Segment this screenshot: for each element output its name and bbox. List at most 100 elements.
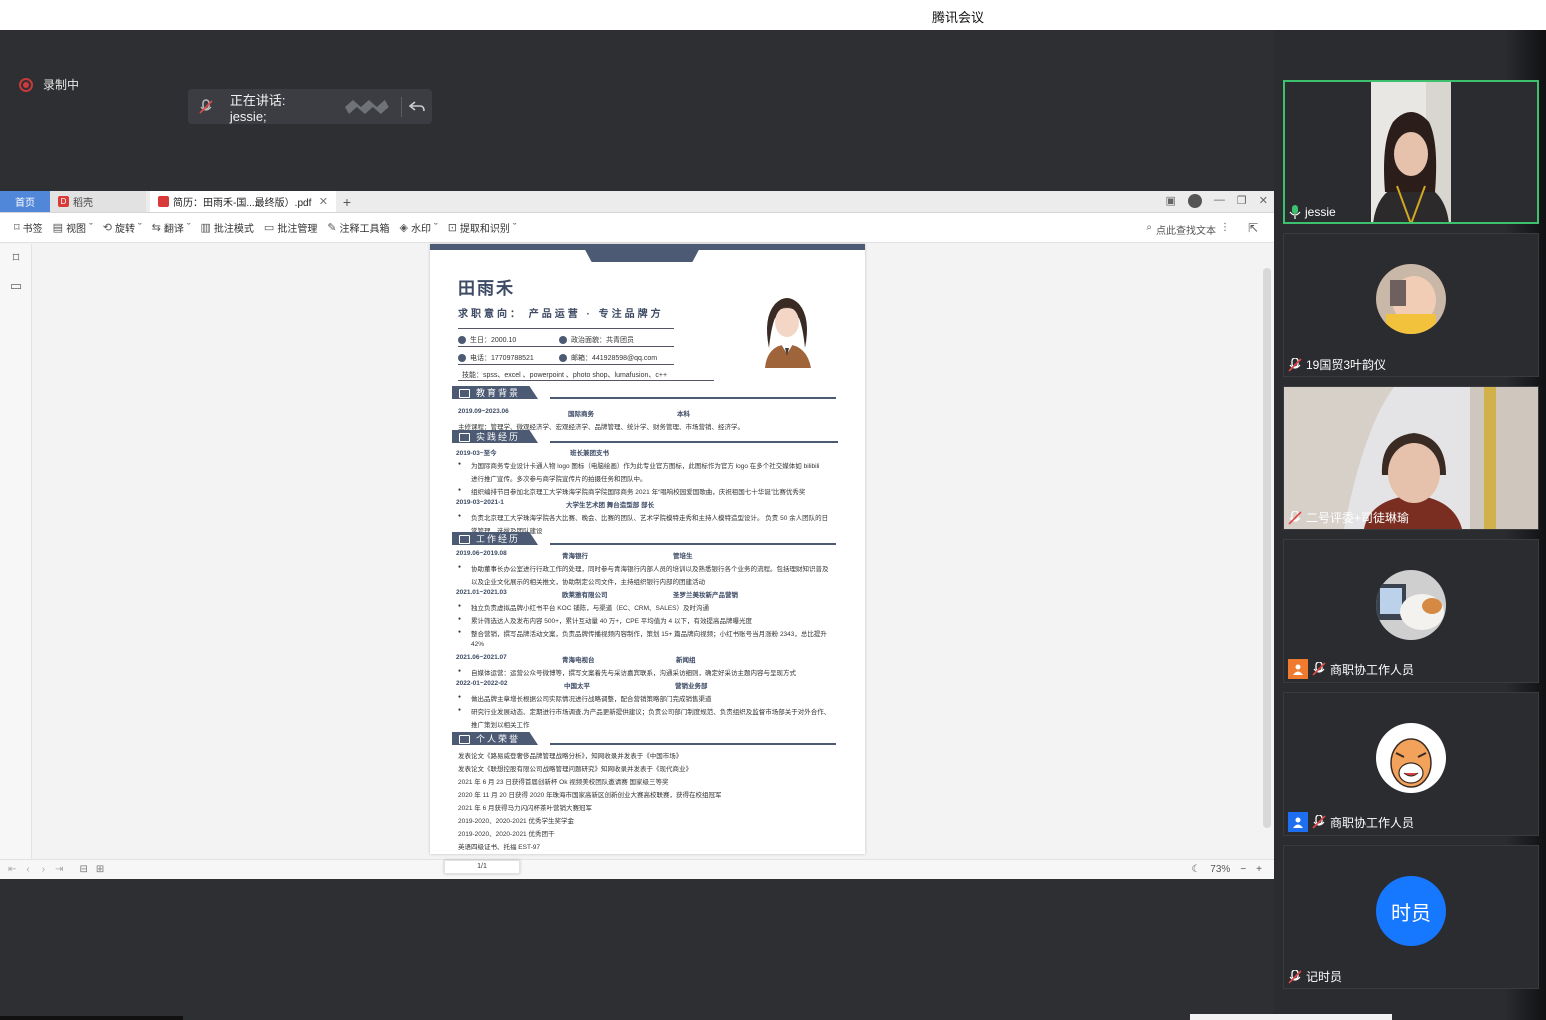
- honor-item: 2021 年 6 月 23 日获得首届创新杯 Ok 视频美校团队邀请赛 国家级三…: [458, 779, 669, 786]
- restore-icon[interactable]: ❐: [1237, 194, 1247, 208]
- work-item: 独立负责虚拟品牌小红书平台 KOC 铺陈，与渠道（EC、CRM、SALES）及时…: [458, 602, 709, 612]
- tab-daoke[interactable]: D 稻壳: [50, 191, 146, 212]
- bookmark-button[interactable]: ⌑ 书签: [14, 220, 43, 235]
- last-page-icon[interactable]: ⇥: [55, 864, 63, 875]
- fit-page-icon[interactable]: ⊞: [96, 864, 104, 875]
- zoom-in-icon[interactable]: +: [1256, 864, 1262, 875]
- layout-icon[interactable]: ▣: [1166, 194, 1176, 208]
- participant-video: [1371, 82, 1451, 222]
- work-period: 2021.01~2021.03: [456, 589, 507, 596]
- mail-icon: [559, 354, 567, 362]
- annotate-manage-button[interactable]: ▭ 批注管理: [264, 220, 317, 235]
- practice-period: 2019-03~至今: [456, 450, 497, 457]
- participant-name: 商职协工作人员: [1288, 812, 1414, 832]
- rotate-icon: ⟲: [102, 222, 112, 234]
- vertical-scrollbar[interactable]: [1262, 250, 1272, 850]
- watermark-button[interactable]: ◈ 水印 ˇ: [400, 220, 438, 236]
- divider: [458, 346, 674, 347]
- person-icon: [1288, 659, 1308, 679]
- participant-name-text: 商职协工作人员: [1330, 662, 1415, 677]
- location-icon: [559, 336, 567, 344]
- participant-tile[interactable]: 商职协工作人员: [1283, 692, 1539, 836]
- zoom-out-icon[interactable]: −: [1240, 864, 1246, 875]
- new-tab-button[interactable]: +: [336, 191, 358, 212]
- honor-item: 英语四级证书、托福 EST-97: [458, 844, 540, 851]
- prev-page-icon[interactable]: ‹: [26, 864, 29, 875]
- fit-width-icon[interactable]: ⊟: [79, 864, 87, 875]
- comment-icon: ▭: [263, 222, 275, 234]
- work-item: 累计筛选达人及发布内容 500+，累计互动量 40 万+，CPE 平均值为 4 …: [458, 615, 752, 625]
- translate-button[interactable]: ⇆ 翻译 ˇ: [152, 220, 191, 236]
- page-number-input[interactable]: 1/1: [444, 860, 520, 874]
- honor-item: 2020 年 11 月 20 日获得 2020 年珠海市国家高新区创新创业大赛高…: [458, 792, 722, 799]
- muted-mic-icon: [1312, 662, 1326, 676]
- phone-row: 电话：17709788521: [458, 353, 534, 363]
- calendar-icon: [458, 336, 466, 344]
- extract-button[interactable]: ⊡ 提取和识别 ˇ: [448, 220, 517, 236]
- view-button[interactable]: ▤ 视图 ˇ: [52, 220, 93, 236]
- view-label: 视图: [66, 224, 87, 235]
- search-icon: ⌕: [1146, 222, 1152, 233]
- find-text-button[interactable]: ⌕ 点此查找文本 ⋮: [1146, 222, 1230, 237]
- first-page-icon[interactable]: ⇤: [8, 864, 16, 875]
- participant-tile[interactable]: 时员 记时员: [1283, 845, 1539, 989]
- work-item: 协助董事长办公室进行行政工作的处理，同时参与青海银行内部人员的培训以及熟悉银行各…: [458, 563, 828, 573]
- practice-item-cont: 进行推广宣传。多次参与商学院宣传片的拍摄任务和团队中。: [471, 476, 647, 483]
- annotate-mode-button[interactable]: ▥ 批注模式: [201, 220, 254, 235]
- first-prev-nav: ⇤ ‹: [8, 864, 30, 875]
- participant-tile[interactable]: 二号评委+司徒琳瑜: [1283, 386, 1539, 530]
- translate-label: 翻译: [163, 224, 184, 235]
- work-company: 中国太平: [564, 683, 590, 690]
- comment-panel-icon[interactable]: ▭: [0, 272, 32, 300]
- app-title: 腾讯会议: [932, 10, 985, 25]
- account-avatar-icon[interactable]: [1187, 194, 1202, 208]
- profile-photo: [755, 288, 819, 368]
- fit-controls: ⊟ ⊞: [79, 864, 104, 875]
- next-page-icon[interactable]: ›: [42, 864, 45, 875]
- close-window-icon[interactable]: ✕: [1259, 194, 1268, 208]
- minimize-icon[interactable]: —: [1214, 194, 1225, 208]
- close-tab-icon[interactable]: ✕: [319, 195, 328, 208]
- rotate-button[interactable]: ⟲ 旋转 ˇ: [102, 220, 142, 236]
- tab-pdf-document[interactable]: 简历：田雨禾-国...最终版）.pdf ✕: [150, 191, 336, 212]
- edu-degree: 本科: [677, 411, 690, 418]
- shared-screen-stage: 录制中 正在讲话: jessie; 首页 D 稻壳 简历：田雨禾-国...最终版…: [0, 30, 1274, 1020]
- redacted-avatar-icon: [345, 99, 390, 114]
- share-icon[interactable]: ⇱: [1248, 221, 1258, 235]
- tab-home[interactable]: 首页: [0, 191, 50, 212]
- bookmark-panel-icon[interactable]: ⌑: [0, 244, 32, 272]
- participant-tile[interactable]: 19国贸3叶韵仪: [1283, 233, 1539, 377]
- participant-avatar: [1376, 723, 1446, 793]
- annotate-mode-icon: ▥: [200, 222, 211, 234]
- honor-item: 2021 年 6 月获得马力闪闪杯茶叶营销大赛冠军: [458, 805, 592, 812]
- resume-name: 田雨禾: [458, 279, 515, 298]
- participant-tile[interactable]: jessie: [1283, 80, 1539, 224]
- view-icon: ▤: [52, 222, 64, 234]
- participant-tile[interactable]: 商职协工作人员: [1283, 539, 1539, 683]
- zoom-level[interactable]: 73%: [1210, 864, 1230, 875]
- participant-name: 二号评委+司徒琳瑜: [1288, 509, 1409, 526]
- participant-name-text: 二号评委+司徒琳瑜: [1306, 511, 1410, 525]
- night-mode-icon[interactable]: ☾: [1191, 864, 1200, 875]
- work-role: 新闻组: [676, 657, 696, 664]
- annotate-tools-button[interactable]: ✎ 注释工具箱: [327, 220, 389, 235]
- muted-mic-icon[interactable]: [188, 98, 224, 115]
- divider: [550, 743, 836, 745]
- reply-icon[interactable]: [402, 100, 432, 113]
- phone-text: 电话：17709788521: [470, 355, 534, 362]
- work-item: 自媒体运营：运营公众号微博等，撰写文案着先与采访嘉宾联系，沟通采访细则，确定好采…: [458, 667, 796, 677]
- muted-mic-icon: [1288, 357, 1302, 372]
- window-controls: ▣ — ❐ ✕: [1166, 194, 1268, 208]
- next-last-nav: › ⇥: [42, 864, 64, 875]
- section-honors-title: 个人荣誉: [452, 732, 539, 745]
- section-work: 工作经历: [452, 532, 539, 545]
- work-item: 研究行业发展动态、定期进行市场调查,为产品更新提供建议；负责公司部门制度规范、负…: [458, 706, 830, 716]
- recording-indicator[interactable]: 录制中: [19, 76, 79, 93]
- practice-role: 班长兼团支书: [570, 450, 609, 457]
- scroll-thumb[interactable]: [1263, 268, 1271, 828]
- speaking-label: 正在讲话: jessie;: [229, 92, 286, 124]
- skills-text: 技能：spss、excel 、powerpoint 、photo shop、lu…: [462, 372, 668, 379]
- participant-name-text: 商职协工作人员: [1330, 815, 1415, 830]
- work-item-cont: 以及企业文化展示的相关推文，协助制定公司文件，主持组织银行内部的团建活动: [471, 579, 705, 586]
- work-role: 圣罗兰美妆新产品营销: [673, 592, 738, 599]
